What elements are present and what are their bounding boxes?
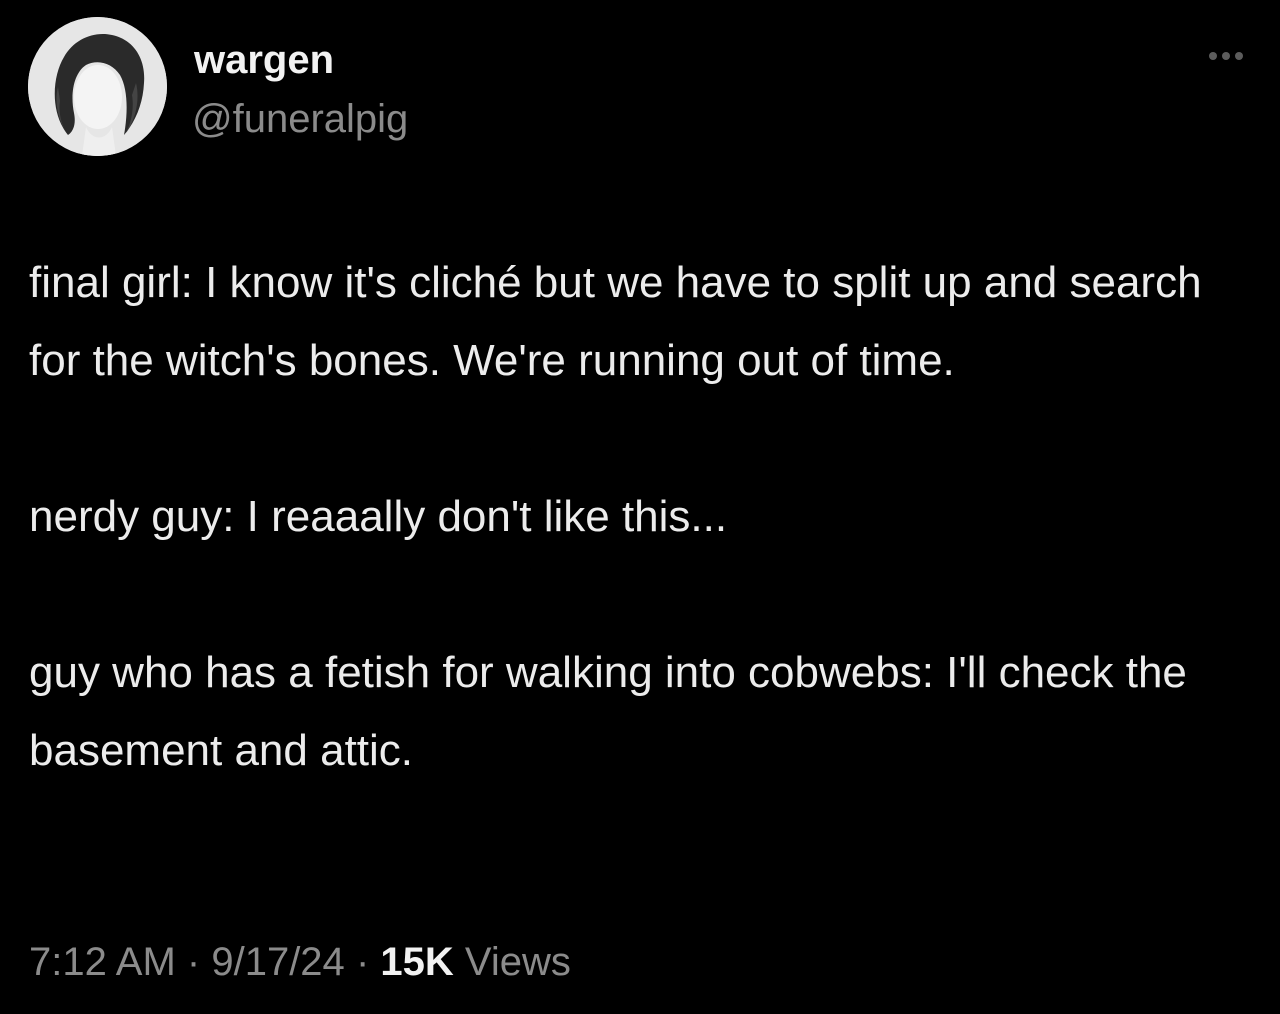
- tweet: wargen @funeralpig final girl: I know it…: [0, 0, 1280, 1014]
- more-horizontal-icon: [1209, 52, 1217, 60]
- meta-separator: ·: [355, 940, 370, 984]
- more-options-button[interactable]: [1198, 40, 1254, 72]
- avatar[interactable]: [28, 17, 167, 156]
- author-display-name[interactable]: wargen: [194, 36, 334, 84]
- tweet-paragraph: final girl: I know it's cliché but we ha…: [29, 258, 1202, 385]
- tweet-paragraph: guy who has a fetish for walking into co…: [29, 648, 1187, 775]
- more-horizontal-icon: [1235, 52, 1243, 60]
- more-horizontal-icon: [1222, 52, 1230, 60]
- views-label[interactable]: Views: [465, 940, 571, 984]
- profile-photo-icon: [28, 17, 167, 156]
- tweet-date[interactable]: 9/17/24: [211, 940, 344, 984]
- meta-separator: ·: [186, 940, 201, 984]
- author-handle[interactable]: @funeralpig: [192, 95, 408, 143]
- tweet-meta: 7:12 AM · 9/17/24 · 15K Views: [29, 938, 571, 986]
- tweet-time[interactable]: 7:12 AM: [29, 940, 176, 984]
- tweet-text: final girl: I know it's cliché but we ha…: [29, 244, 1249, 790]
- tweet-paragraph: nerdy guy: I reaaally don't like this...: [29, 492, 728, 541]
- views-count[interactable]: 15K: [380, 940, 453, 984]
